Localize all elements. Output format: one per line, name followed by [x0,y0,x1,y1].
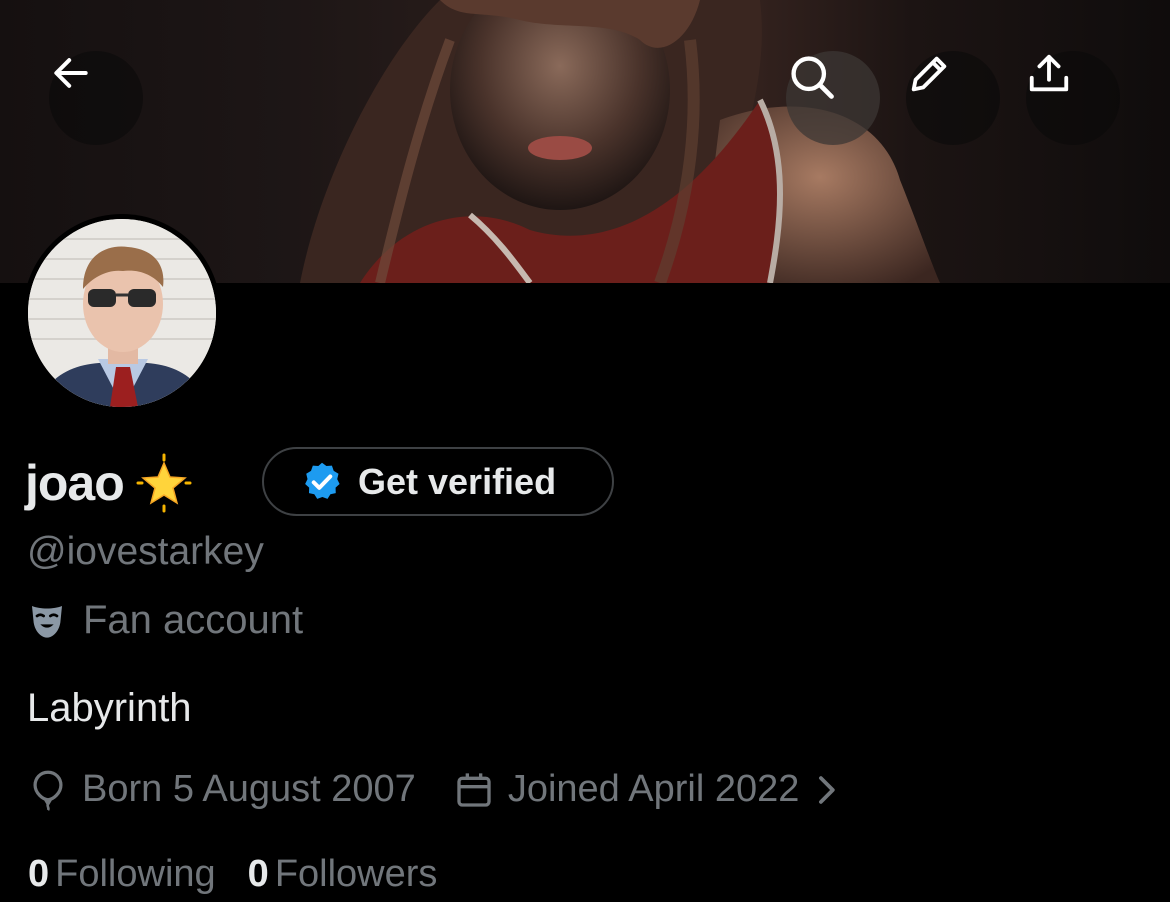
share-upload-icon [1029,54,1069,92]
avatar[interactable] [23,214,221,412]
birthday-text: Born 5 August 2007 [82,768,416,810]
birthday-item: Born 5 August 2007 [28,768,416,811]
glowing-star-icon [136,453,192,513]
profile-bio: Labyrinth [27,686,192,730]
followers-link[interactable]: 0 Followers [248,853,438,896]
chevron-right-icon [819,775,836,804]
calendar-icon [457,772,491,807]
search-icon [791,56,834,99]
get-verified-button[interactable]: Get verified [262,447,614,516]
following-link[interactable]: 0 Following [28,853,216,896]
back-button[interactable] [49,51,143,145]
following-count: 0 [28,853,50,895]
category-label: Fan account [83,598,304,642]
followers-count: 0 [247,853,269,895]
username-handle: @iovestarkey [27,530,264,573]
followers-label: Followers [274,853,438,895]
following-label: Following [55,853,216,895]
avatar-image [28,219,216,407]
display-name: joao [25,455,125,511]
arrow-left-icon [54,58,88,88]
follow-stats: 0 Following 0 Followers [28,853,437,896]
profile-meta: Born 5 August 2007 Joined April 2022 [28,768,837,811]
share-button[interactable] [1026,51,1120,145]
joined-item[interactable]: Joined April 2022 [454,768,838,811]
profile-category: Fan account [27,598,303,643]
pencil-icon [911,56,947,92]
balloon-icon [33,770,63,811]
joined-text: Joined April 2022 [507,768,800,810]
theater-mask-icon [32,605,62,638]
verified-badge-icon [305,462,340,499]
edit-button[interactable] [906,51,1000,145]
get-verified-label: Get verified [358,460,557,502]
search-button[interactable] [786,51,880,145]
name-row: joao [25,448,194,518]
